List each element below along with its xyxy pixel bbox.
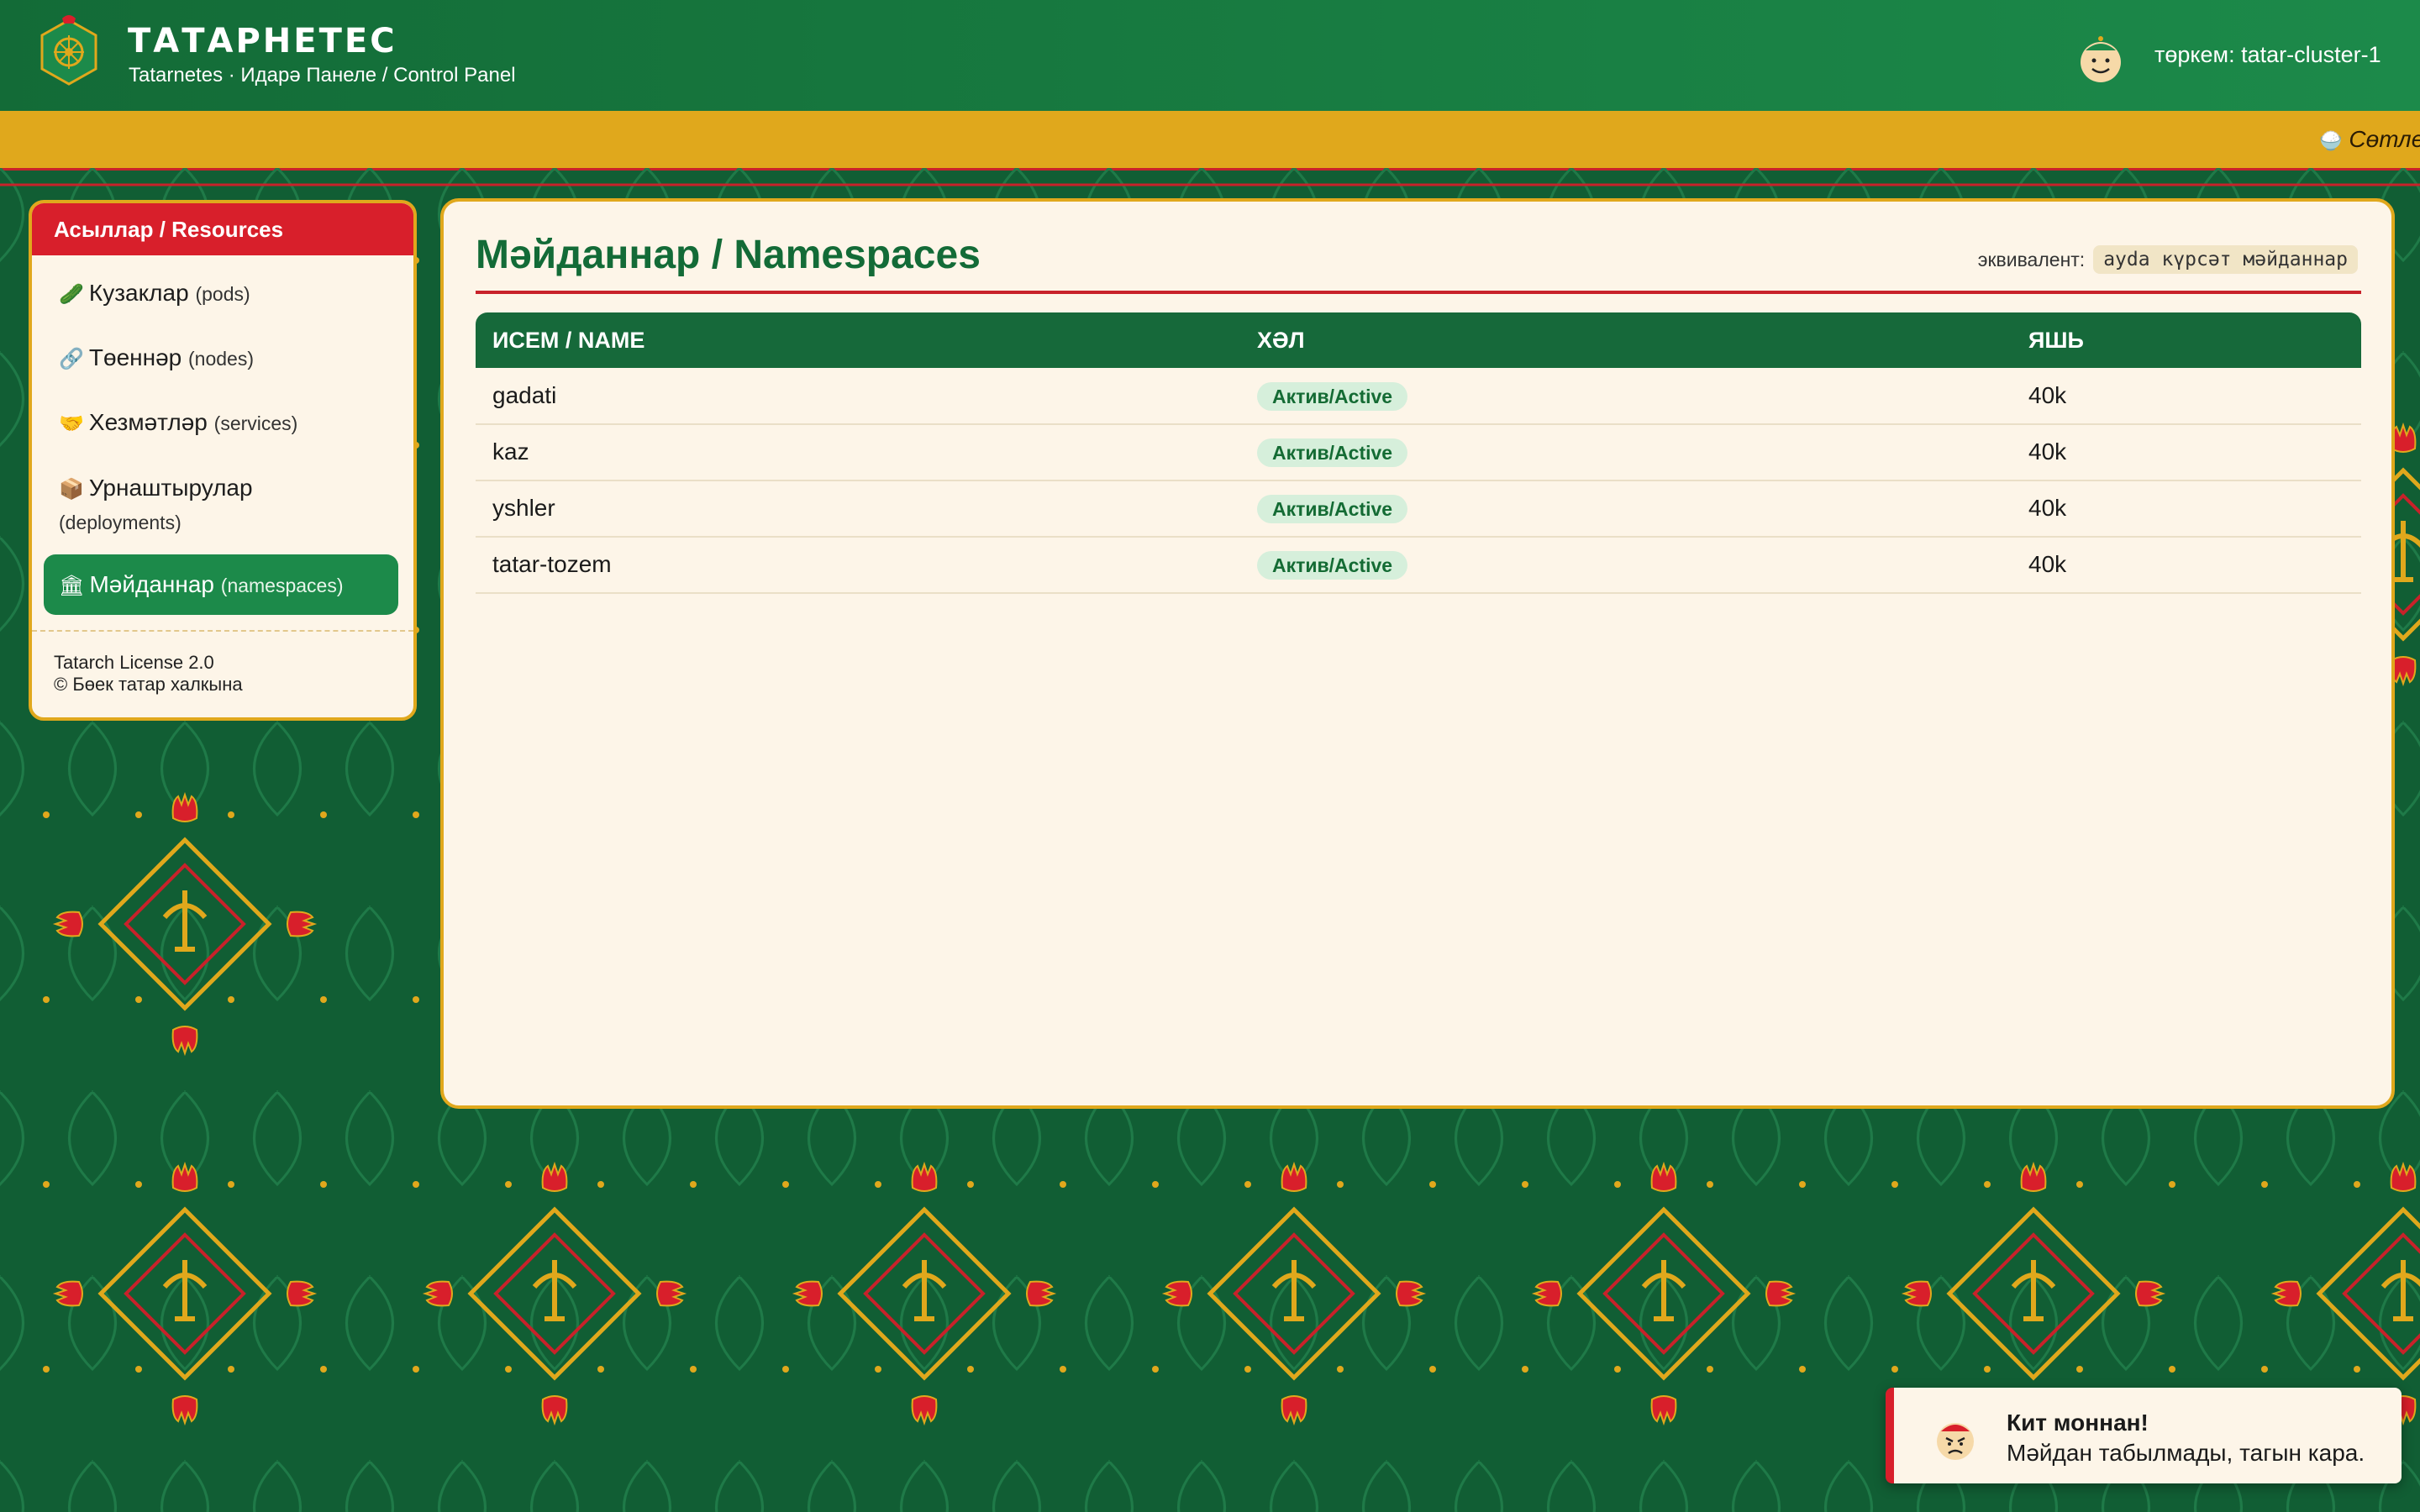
sidebar-item-namespaces[interactable]: 🏛 Мәйданнар (namespaces): [44, 554, 398, 615]
sidebar-item-label: Кузаклар: [88, 280, 189, 306]
toast-message: Мәйдан табылмады, тагын кара.: [2007, 1440, 2365, 1466]
table-header: ИСЕМ / NAME ХӘЛ ЯШЬ: [476, 312, 2361, 368]
table-row[interactable]: tatar-tozem Актив/Active 40k: [476, 537, 2361, 594]
namespaces-panel: Мәйданнар / Namespaces эквивалент: ayda …: [440, 198, 2395, 1109]
equivalent-label: эквивалент:: [1977, 248, 2086, 270]
sidebar-item-deployments[interactable]: 📦 Урнаштырулар (deployments): [44, 472, 361, 538]
status-badge: Актив/Active: [1257, 438, 1408, 467]
ticker-text: Сөтле: [2349, 126, 2420, 152]
copyright-text: © Бөек татар халкына: [54, 674, 243, 695]
namespace-age: 40k: [2028, 438, 2067, 465]
sidebar-item-label: Төеннәр: [88, 344, 182, 370]
status-badge: Актив/Active: [1257, 495, 1408, 523]
column-header-age[interactable]: ЯШЬ: [2028, 312, 2084, 368]
title-divider: [476, 291, 2361, 294]
error-toast[interactable]: Кит моннан! Мәйдан табылмады, тагын кара…: [1886, 1388, 2402, 1483]
status-badge: Актив/Active: [1257, 382, 1408, 411]
building-icon: 🏛: [59, 575, 85, 597]
toast-title: Кит моннан!: [2007, 1410, 2149, 1436]
sidebar-item-services[interactable]: 🤝 Хезмәтләр (services): [44, 407, 398, 440]
bowl-icon: 🍚: [2319, 130, 2343, 151]
sidebar-item-en: (nodes): [188, 348, 254, 370]
sidebar-item-en: (deployments): [59, 512, 182, 533]
ticker-message: 🍚 Сөтле: [2319, 126, 2420, 153]
equivalent-command: эквивалент: ayda күрсәт мәйданнар: [1978, 245, 2358, 274]
angry-face-icon: [1937, 1423, 1974, 1460]
equivalent-command-code[interactable]: ayda күрсәт мәйданнар: [2093, 245, 2358, 274]
namespace-age: 40k: [2028, 382, 2067, 408]
sidebar-item-en: (pods): [195, 283, 250, 305]
sidebar-item-label: Хезмәтләр: [88, 409, 208, 435]
namespace-name[interactable]: kaz: [492, 424, 529, 480]
sidebar-item-en: (namespaces): [220, 575, 344, 596]
namespace-age: 40k: [2028, 495, 2067, 521]
sidebar-footer: Tatarch License 2.0 © Бөек татар халкына: [32, 630, 413, 695]
sidebar-item-nodes[interactable]: 🔗 Төеннәр (nodes): [44, 342, 398, 375]
table-row[interactable]: yshler Актив/Active 40k: [476, 480, 2361, 538]
smiling-face-avatar-icon[interactable]: [2074, 32, 2128, 86]
page-title: Мәйданнар / Namespaces: [476, 233, 981, 277]
table-row[interactable]: gadati Актив/Active 40k: [476, 368, 2361, 425]
sidebar-title: Асыллар / Resources: [32, 203, 413, 255]
license-text: Tatarch License 2.0: [54, 652, 214, 673]
namespace-name[interactable]: yshler: [492, 480, 555, 536]
cluster-selector[interactable]: төркем: tatar-cluster-1: [2154, 42, 2381, 68]
namespace-age: 40k: [2028, 551, 2067, 577]
sidebar-item-pods[interactable]: 🥒 Кузаклар (pods): [44, 277, 398, 311]
cucumber-icon: 🥒: [59, 283, 84, 306]
app-subtitle: Tatarnetes · Идарә Панеле / Control Pane…: [129, 64, 516, 87]
app-title: ТАТАРНЕТЕС: [128, 22, 397, 60]
link-icon: 🔗: [59, 348, 84, 370]
status-badge: Актив/Active: [1257, 551, 1408, 580]
tatarnetes-logo-icon[interactable]: [37, 15, 101, 86]
app-header: ТАТАРНЕТЕС Tatarnetes · Идарә Панеле / C…: [0, 0, 2420, 111]
package-icon: 📦: [59, 478, 84, 501]
column-header-status[interactable]: ХӘЛ: [1257, 312, 1305, 368]
namespace-name[interactable]: gadati: [492, 368, 556, 423]
column-header-name[interactable]: ИСЕМ / NAME: [492, 312, 644, 368]
namespace-name[interactable]: tatar-tozem: [492, 537, 612, 592]
resources-sidebar: Асыллар / Resources 🥒 Кузаклар (pods) 🔗 Тө…: [29, 200, 417, 721]
sidebar-item-label: Мәйданнар: [89, 571, 214, 597]
table-row[interactable]: kaz Актив/Active 40k: [476, 424, 2361, 481]
announcement-ticker: 🍚 Сөтле: [0, 111, 2420, 171]
handshake-icon: 🤝: [59, 412, 84, 435]
sidebar-item-label: Урнаштырулар: [88, 475, 253, 501]
sidebar-item-en: (services): [213, 412, 298, 434]
